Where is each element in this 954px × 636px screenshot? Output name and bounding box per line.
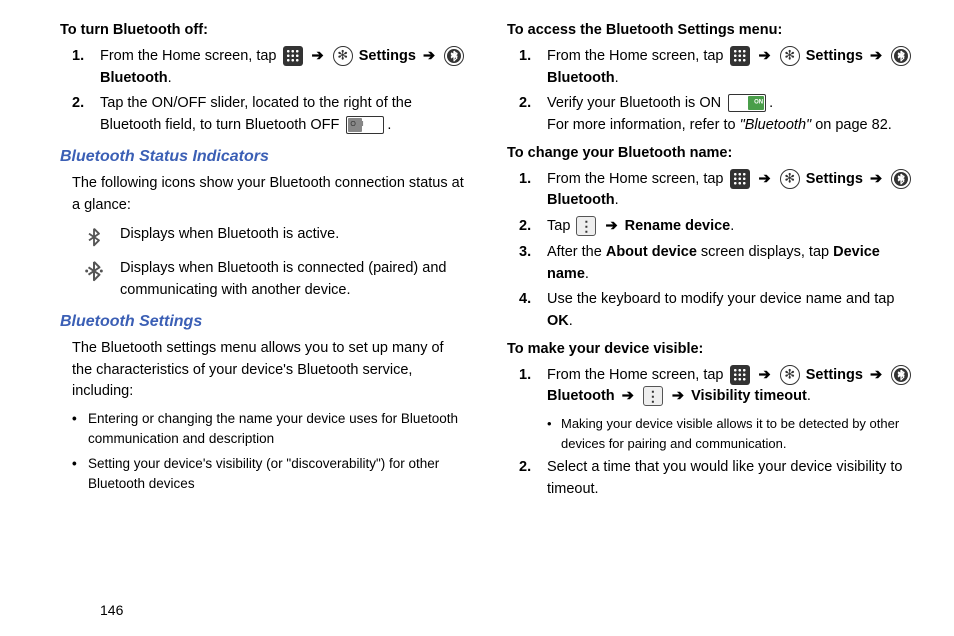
- apps-icon: [283, 46, 303, 66]
- change-name-steps: 1. From the Home screen, tap ➔ Settings …: [507, 169, 914, 333]
- step-text: From the Home screen, tap ➔ Settings ➔ B…: [547, 46, 914, 90]
- step-number: 1.: [519, 365, 547, 387]
- right-column: To access the Bluetooth Settings menu: 1…: [507, 20, 914, 590]
- toggle-on-icon: [728, 94, 766, 112]
- arrow-icon: ➔: [870, 171, 882, 187]
- apps-icon: [730, 365, 750, 385]
- access-steps: 1. From the Home screen, tap ➔ Settings …: [507, 46, 914, 137]
- arrow-icon: ➔: [605, 218, 617, 234]
- heading-access-menu: To access the Bluetooth Settings menu:: [507, 20, 914, 42]
- step-number: 2.: [519, 93, 547, 115]
- heading-status-indicators: Bluetooth Status Indicators: [60, 145, 467, 169]
- arrow-icon: ➔: [759, 48, 771, 64]
- left-column: To turn Bluetooth off: 1. From the Home …: [60, 20, 467, 590]
- status-row-active: Displays when Bluetooth is active.: [80, 224, 467, 250]
- gear-icon: [333, 46, 353, 66]
- step-text: Use the keyboard to modify your device n…: [547, 289, 914, 333]
- page-number: 146: [100, 600, 914, 621]
- arrow-icon: ➔: [870, 48, 882, 64]
- visible-steps-2: 2. Select a time that you would like you…: [507, 457, 914, 501]
- arrow-icon: ➔: [312, 48, 324, 64]
- bluetooth-icon: [891, 365, 911, 385]
- status-paired-text: Displays when Bluetooth is connected (pa…: [120, 258, 467, 302]
- apps-icon: [730, 169, 750, 189]
- step-number: 1.: [72, 46, 100, 68]
- step-text: Select a time that you would like your d…: [547, 457, 914, 501]
- heading-change-name: To change your Bluetooth name:: [507, 143, 914, 165]
- visible-steps: 1. From the Home screen, tap ➔ Settings …: [507, 365, 914, 409]
- step-number: 4.: [519, 289, 547, 311]
- step-text: From the Home screen, tap ➔ Settings ➔ B…: [100, 46, 467, 90]
- heading-make-visible: To make your device visible:: [507, 339, 914, 361]
- bullet-text: Setting your device's visibility (or "di…: [88, 454, 467, 495]
- heading-bluetooth-settings: Bluetooth Settings: [60, 310, 467, 334]
- status-intro: The following icons show your Bluetooth …: [72, 173, 467, 217]
- step-number: 1.: [519, 169, 547, 191]
- step-text: After the About device screen displays, …: [547, 242, 914, 286]
- step-number: 2.: [72, 93, 100, 115]
- menu-icon: [643, 386, 663, 406]
- arrow-icon: ➔: [870, 367, 882, 383]
- status-active-text: Displays when Bluetooth is active.: [120, 224, 339, 246]
- arrow-icon: ➔: [759, 171, 771, 187]
- step-number: 2.: [519, 216, 547, 238]
- turn-off-steps: 1. From the Home screen, tap ➔ Settings …: [60, 46, 467, 137]
- bluetooth-icon: [891, 46, 911, 66]
- step-number: 3.: [519, 242, 547, 264]
- gear-icon: [780, 365, 800, 385]
- reference-link: "Bluetooth": [740, 117, 812, 133]
- bullet-text: Entering or changing the name your devic…: [88, 409, 467, 450]
- bluetooth-active-icon: [83, 224, 105, 250]
- menu-icon: [576, 216, 596, 236]
- step-text: Tap ➔ Rename device.: [547, 216, 914, 238]
- visible-note: Making your device visible allows it to …: [547, 414, 914, 453]
- heading-turn-off: To turn Bluetooth off:: [60, 20, 467, 42]
- bluetooth-icon: [891, 169, 911, 189]
- settings-intro: The Bluetooth settings menu allows you t…: [72, 338, 467, 403]
- arrow-icon: ➔: [423, 48, 435, 64]
- step-text: From the Home screen, tap ➔ Settings ➔ B…: [547, 169, 914, 213]
- step-text: From the Home screen, tap ➔ Settings ➔ B…: [547, 365, 914, 409]
- arrow-icon: ➔: [672, 388, 684, 404]
- toggle-off-icon: [346, 116, 384, 134]
- apps-icon: [730, 46, 750, 66]
- gear-icon: [780, 169, 800, 189]
- settings-bullets: Entering or changing the name your devic…: [60, 409, 467, 494]
- bluetooth-icon: [444, 46, 464, 66]
- arrow-icon: ➔: [759, 367, 771, 383]
- step-number: 1.: [519, 46, 547, 68]
- step-text: Tap the ON/OFF slider, located to the ri…: [100, 93, 467, 137]
- bluetooth-paired-icon: [83, 258, 105, 284]
- step-text: Verify your Bluetooth is ON . For more i…: [547, 93, 914, 137]
- arrow-icon: ➔: [622, 388, 634, 404]
- gear-icon: [780, 46, 800, 66]
- status-row-paired: Displays when Bluetooth is connected (pa…: [80, 258, 467, 302]
- step-number: 2.: [519, 457, 547, 479]
